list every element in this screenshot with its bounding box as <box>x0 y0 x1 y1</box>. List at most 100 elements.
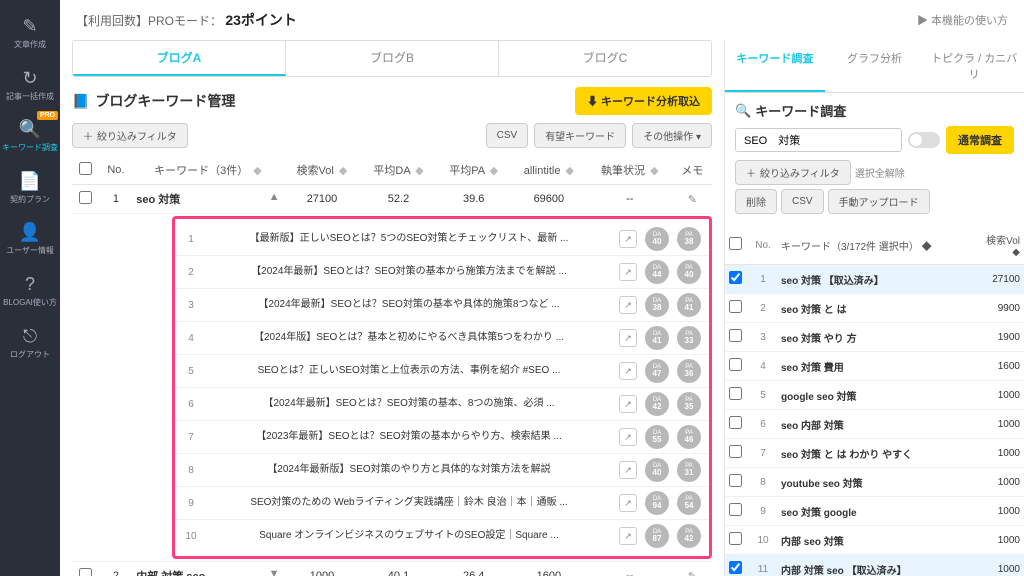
filter-button[interactable]: ＋ 絞り込みフィルタ <box>72 123 188 148</box>
action-CSV[interactable]: CSV <box>486 123 529 148</box>
external-link-icon[interactable]: ↗ <box>619 263 637 281</box>
right-tab-グラフ分析[interactable]: グラフ分析 <box>825 40 925 92</box>
research-row[interactable]: 1seo 対策 【取込済み】27100 <box>725 265 1024 294</box>
row-checkbox[interactable] <box>729 474 742 487</box>
external-link-icon[interactable]: ↗ <box>619 329 637 347</box>
edit-icon[interactable]: ✎ <box>688 194 697 206</box>
chip-CSV[interactable]: CSV <box>781 189 824 214</box>
book-icon: 📘 <box>72 93 89 110</box>
row-checkbox[interactable] <box>729 387 742 400</box>
row-no: 10 <box>749 526 777 555</box>
search-toggle[interactable] <box>908 132 940 148</box>
row-no: 5 <box>749 381 777 410</box>
row-checkbox[interactable] <box>729 271 742 284</box>
research-row[interactable]: 9seo 対策 google1000 <box>725 497 1024 526</box>
external-link-icon[interactable]: ↗ <box>619 494 637 512</box>
blog-tab-ブログB[interactable]: ブログB <box>286 41 499 76</box>
row-checkbox[interactable] <box>79 568 92 576</box>
row-no: 1 <box>99 185 132 214</box>
deselect-all-link[interactable]: 選択全解除 <box>855 165 905 180</box>
col-No.[interactable]: No. <box>99 156 132 185</box>
col-キーワード（3件）[interactable]: キーワード（3件） ◆ <box>132 156 283 185</box>
col-メモ[interactable]: メモ <box>673 156 712 185</box>
research-row[interactable]: 11内部 対策 seo 【取込済み】1000 <box>725 555 1024 576</box>
blog-tab-ブログA[interactable]: ブログA <box>73 41 286 76</box>
research-row[interactable]: 10内部 seo 対策1000 <box>725 526 1024 555</box>
col-執筆状況[interactable]: 執筆状況 ◆ <box>587 156 673 185</box>
col-vol[interactable]: 検索Vol ◆ <box>972 226 1024 265</box>
col-平均PA[interactable]: 平均PA ◆ <box>437 156 511 185</box>
serp-title: SEOとは？正しいSEO対策と上位表示の方法、事例を紹介 #SEO ... <box>207 364 611 378</box>
chevron-down-icon[interactable]: ▼ <box>269 568 280 576</box>
sidebar-item-文章作成[interactable]: ✎文章作成 <box>0 8 60 58</box>
sidebar-icon: ✎ <box>22 16 37 37</box>
research-row[interactable]: 4seo 対策 費用1600 <box>725 352 1024 381</box>
row-checkbox[interactable] <box>729 561 742 574</box>
row-vol: 1000 <box>972 497 1024 526</box>
row-keyword: 内部 対策 seo ▼ <box>132 562 283 576</box>
help-link[interactable]: ▶ 本機能の使い方 <box>917 12 1008 28</box>
col-keyword[interactable]: キーワード（3/172件 選択中） ◆ <box>777 226 972 265</box>
row-checkbox[interactable] <box>729 503 742 516</box>
row-no: 11 <box>749 555 777 576</box>
sidebar-item-ログアウト[interactable]: ⎋ログアウト <box>0 318 60 368</box>
chip-削除[interactable]: 削除 <box>735 189 777 214</box>
external-link-icon[interactable]: ↗ <box>619 428 637 446</box>
action-有望キーワード[interactable]: 有望キーワード <box>534 123 626 148</box>
row-checkbox[interactable] <box>729 416 742 429</box>
research-row[interactable]: 2seo 対策 と は9900 <box>725 294 1024 323</box>
research-row[interactable]: 6seo 内部 対策1000 <box>725 410 1024 439</box>
research-row[interactable]: 3seo 対策 やり 方1900 <box>725 323 1024 352</box>
select-all-checkbox[interactable] <box>79 162 92 175</box>
external-link-icon[interactable]: ↗ <box>619 395 637 413</box>
row-checkbox[interactable] <box>79 191 92 204</box>
row-vol: 9900 <box>972 294 1024 323</box>
da-badge: DA42 <box>645 392 669 416</box>
sidebar-icon: ⎋ <box>23 326 37 347</box>
chevron-up-icon[interactable]: ▲ <box>269 191 280 203</box>
col-平均DA[interactable]: 平均DA ◆ <box>360 156 436 185</box>
keyword-search-input[interactable] <box>735 128 902 152</box>
right-tab-トピクラ / カニバリ[interactable]: トピクラ / カニバリ <box>924 40 1024 92</box>
sidebar-item-記事一括作成[interactable]: ↻記事一括作成 <box>0 60 60 110</box>
external-link-icon[interactable]: ↗ <box>619 527 637 545</box>
sidebar-item-BLOGAI使い方[interactable]: ?BLOGAI使い方 <box>0 266 60 316</box>
chip-手動アップロード[interactable]: 手動アップロード <box>828 189 930 214</box>
blog-tab-ブログC[interactable]: ブログC <box>499 41 711 76</box>
row-checkbox[interactable] <box>729 445 742 458</box>
points-value: 23ポイント <box>225 12 297 28</box>
external-link-icon[interactable]: ↗ <box>619 230 637 248</box>
edit-icon[interactable]: ✎ <box>688 571 697 576</box>
row-checkbox[interactable] <box>729 300 742 313</box>
da-badge: DA87 <box>645 524 669 548</box>
row-vol: 1000 <box>284 562 361 576</box>
serp-rank: 7 <box>183 432 199 443</box>
col-allintitle[interactable]: allintitle ◆ <box>511 156 587 185</box>
row-checkbox[interactable] <box>729 532 742 545</box>
right-tab-キーワード調査[interactable]: キーワード調査 <box>725 40 825 92</box>
external-link-icon[interactable]: ↗ <box>619 461 637 479</box>
analyze-import-button[interactable]: ⬇ キーワード分析取込 <box>575 87 712 115</box>
row-no: 8 <box>749 468 777 497</box>
select-all-checkbox[interactable] <box>729 237 742 250</box>
research-row[interactable]: 8youtube seo 対策1000 <box>725 468 1024 497</box>
da-badge: DA40 <box>645 227 669 251</box>
col-no[interactable]: No. <box>749 226 777 265</box>
sidebar-item-キーワード調査[interactable]: PRO🔍キーワード調査 <box>0 111 60 161</box>
row-vol: 1000 <box>972 439 1024 468</box>
serp-rank: 8 <box>183 465 199 476</box>
sidebar-item-契約プラン[interactable]: 📄契約プラン <box>0 163 60 213</box>
pa-badge: PA41 <box>677 293 701 317</box>
research-row[interactable]: 5google seo 対策1000 <box>725 381 1024 410</box>
external-link-icon[interactable]: ↗ <box>619 362 637 380</box>
search-button[interactable]: 通常調査 <box>946 126 1014 154</box>
usage-label: 【利用回数】PROモード： <box>76 14 222 28</box>
col-検索Vol[interactable]: 検索Vol ◆ <box>284 156 361 185</box>
row-checkbox[interactable] <box>729 329 742 342</box>
sidebar-item-ユーザー情報[interactable]: 👤ユーザー情報 <box>0 214 60 264</box>
right-filter-button[interactable]: ＋ 絞り込みフィルタ <box>735 160 851 185</box>
action-その他操作 ▾[interactable]: その他操作 ▾ <box>632 123 712 148</box>
row-checkbox[interactable] <box>729 358 742 371</box>
external-link-icon[interactable]: ↗ <box>619 296 637 314</box>
research-row[interactable]: 7seo 対策 と は わかり やすく1000 <box>725 439 1024 468</box>
